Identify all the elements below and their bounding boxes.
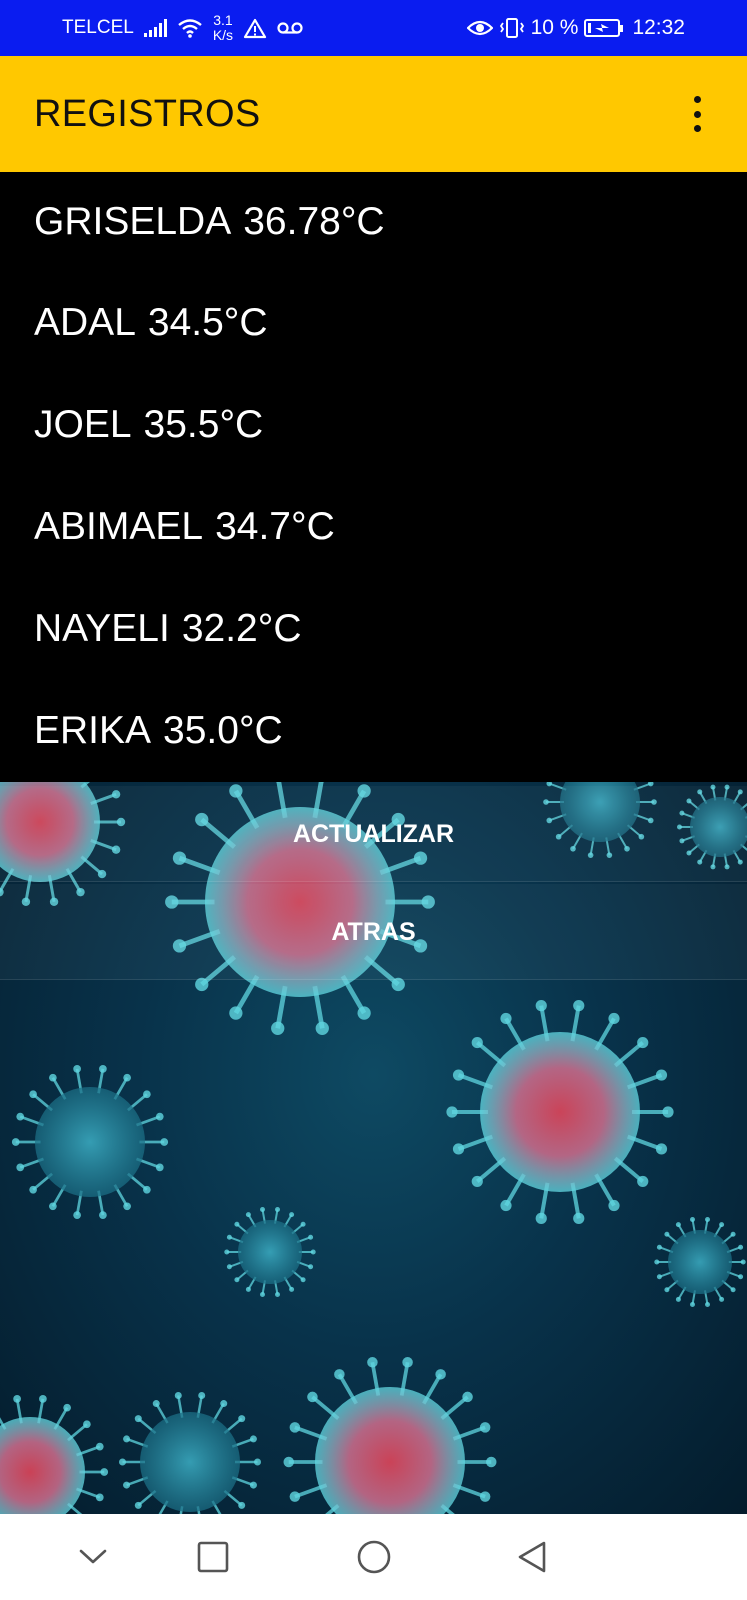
list-item[interactable]: GRISELDA 36.78°C [0,172,747,272]
carrier-label: TELCEL [62,17,134,38]
record-temperature: 36.78°C [243,200,385,243]
update-button[interactable]: ACTUALIZAR [0,786,747,882]
app-bar: REGISTROS [0,56,747,172]
chevron-down-icon[interactable] [63,1514,123,1600]
warning-icon [243,18,267,38]
list-item[interactable]: ADAL 34.5°C [0,272,747,374]
battery-icon [584,19,624,37]
virus-particle [283,1357,497,1514]
record-name: ERIKA [34,709,152,752]
battery-percent: 10 % [530,16,579,39]
virus-particle [119,1392,261,1514]
record-name: NAYELI [34,607,170,650]
record-name: ABIMAEL [34,505,204,548]
page-title: REGISTROS [34,93,261,135]
voicemail-icon [277,22,303,34]
status-bar: TELCEL 3.1 K/s 10 % 12:32 [0,0,747,56]
back-triangle-icon[interactable] [502,1514,562,1600]
record-name: GRISELDA [34,200,232,243]
list-item[interactable]: JOEL 35.5°C [0,374,747,476]
eye-icon [466,20,493,36]
records-list: GRISELDA 36.78°C ADAL 34.5°C JOEL 35.5°C… [0,172,747,782]
navigation-bar [0,1514,747,1600]
list-item[interactable]: ABIMAEL 34.7°C [0,476,747,578]
virus-particle [11,1065,169,1219]
virus-particle [446,1000,674,1224]
record-name: JOEL [34,403,132,446]
record-temperature: 35.0°C [163,709,283,752]
circle-icon[interactable] [344,1514,404,1600]
list-item[interactable]: ERIKA 35.0°C [0,680,747,782]
record-temperature: 32.2°C [181,607,302,650]
record-temperature: 35.5°C [143,403,264,446]
network-speed: 3.1 K/s [213,13,233,43]
wifi-icon [178,19,202,38]
virus-particle [654,1216,746,1308]
signal-icon [143,19,167,37]
record-temperature: 34.5°C [147,301,268,344]
virus-particle [0,1395,109,1514]
list-item[interactable]: NAYELI 32.2°C [0,578,747,680]
clock: 12:32 [632,16,685,39]
vibrate-icon [499,18,524,38]
back-button[interactable]: ATRAS [0,884,747,980]
virus-particle [224,1206,316,1298]
square-icon[interactable] [183,1514,243,1600]
record-temperature: 34.7°C [215,505,335,548]
speed-unit: K/s [212,27,234,43]
speed-value: 3.1 [213,12,233,28]
record-name: ADAL [34,301,136,344]
more-vert-icon[interactable] [687,96,707,132]
